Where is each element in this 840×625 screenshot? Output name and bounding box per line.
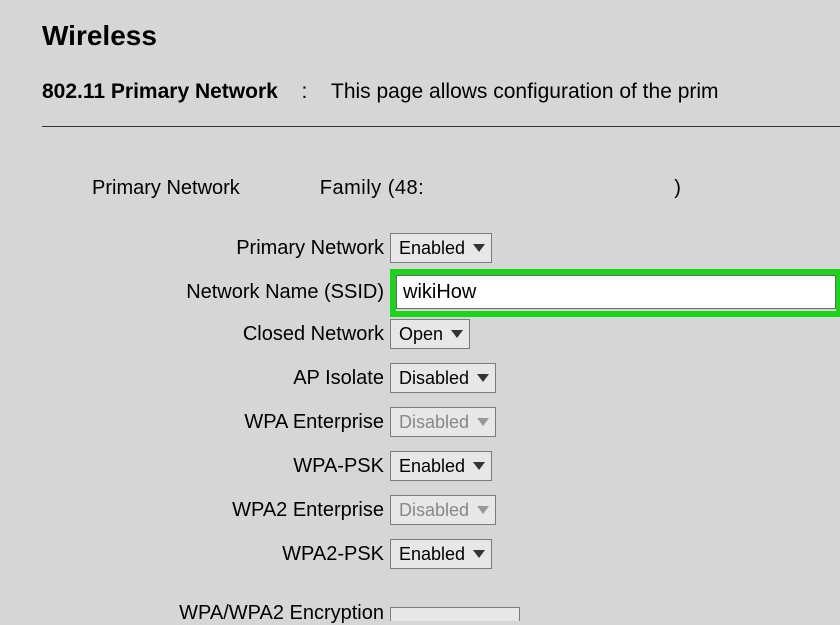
page-subtitle: 802.11 Primary Network : This page allow… — [42, 80, 840, 104]
chevron-down-icon — [451, 330, 463, 338]
page-title: Wireless — [42, 20, 840, 52]
ap-isolate-select[interactable]: Disabled — [390, 363, 496, 393]
chevron-down-icon — [473, 462, 485, 470]
wpa2-psk-label: WPA2-PSK — [42, 543, 390, 566]
chevron-down-icon — [477, 506, 489, 514]
ap-isolate-label: AP Isolate — [42, 367, 390, 390]
subtitle-heading: 802.11 Primary Network — [42, 80, 278, 103]
ssid-row: Network Name (SSID) — [42, 274, 840, 310]
ap-isolate-row: AP Isolate Disabled — [42, 360, 840, 396]
wpa2-enterprise-select: Disabled — [390, 495, 496, 525]
wpa2-psk-row: WPA2-PSK Enabled — [42, 536, 840, 572]
wpa-enterprise-label: WPA Enterprise — [42, 411, 390, 434]
subtitle-description: This page allows configuration of the pr… — [331, 80, 719, 103]
encryption-select-partial[interactable] — [390, 607, 520, 621]
chevron-down-icon — [473, 244, 485, 252]
chevron-down-icon — [477, 418, 489, 426]
primary-network-label: Primary Network — [42, 237, 390, 260]
wpa2-enterprise-row: WPA2 Enterprise Disabled — [42, 492, 840, 528]
primary-network-select[interactable]: Enabled — [390, 233, 492, 263]
wpa-psk-label: WPA-PSK — [42, 455, 390, 478]
network-summary: Primary Network Family (48: ) — [92, 177, 840, 200]
wpa-enterprise-row: WPA Enterprise Disabled — [42, 404, 840, 440]
wireless-config-page: Wireless 802.11 Primary Network : This p… — [0, 0, 840, 625]
wpa-psk-row: WPA-PSK Enabled — [42, 448, 840, 484]
chevron-down-icon — [477, 374, 489, 382]
primary-network-row: Primary Network Enabled — [42, 230, 840, 266]
wpa-psk-select[interactable]: Enabled — [390, 451, 492, 481]
wpa2-enterprise-label: WPA2 Enterprise — [42, 499, 390, 522]
closed-network-select[interactable]: Open — [390, 319, 470, 349]
ssid-input[interactable] — [396, 275, 836, 309]
ssid-label: Network Name (SSID) — [42, 281, 390, 304]
closed-network-label: Closed Network — [42, 323, 390, 346]
wpa-enterprise-select: Disabled — [390, 407, 496, 437]
summary-paren: ) — [674, 177, 681, 200]
wpa2-psk-select[interactable]: Enabled — [390, 539, 492, 569]
divider — [42, 126, 840, 127]
closed-network-row: Closed Network Open — [42, 316, 840, 352]
chevron-down-icon — [473, 550, 485, 558]
summary-label: Primary Network — [92, 177, 240, 200]
summary-value: Family (48: — [320, 177, 424, 200]
